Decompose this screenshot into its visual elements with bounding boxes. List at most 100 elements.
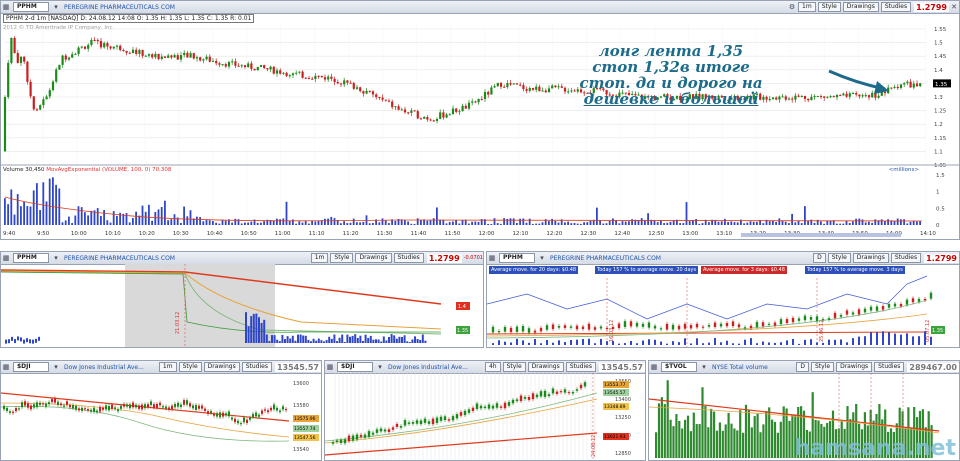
x-tick-label: 10:10 [105, 231, 121, 237]
candle-body [103, 43, 106, 48]
grid-icon[interactable]: ▦ [2, 3, 10, 11]
candle-body [317, 75, 320, 77]
candle-body [48, 402, 50, 405]
last-price-badge-text: 1.35 [935, 82, 948, 88]
style-button[interactable]: Style [811, 362, 835, 372]
candle-body [168, 407, 170, 410]
volume-bar [377, 339, 380, 343]
timeframe-button[interactable]: 4h [484, 362, 501, 372]
company-link[interactable]: PEREGRINE PHARMACEUTICALS COM [64, 4, 175, 11]
grid-icon[interactable]: ▦ [488, 254, 496, 262]
candle-body [307, 78, 311, 80]
volume-bar [474, 221, 477, 225]
chevron-down-icon[interactable]: ▾ [52, 254, 60, 262]
candle-body [276, 407, 278, 411]
volume-bar [679, 223, 681, 225]
chevron-down-icon[interactable]: ▾ [52, 363, 60, 371]
timeframe-button[interactable]: D [813, 253, 826, 263]
volume-bar [426, 220, 429, 225]
volume-bar [20, 206, 22, 225]
company-link[interactable]: NYSE Total volume [712, 364, 768, 371]
style-button[interactable]: Style [178, 362, 202, 372]
company-link[interactable]: Dow Jones Industrial Ave... [388, 364, 468, 371]
candle-body [629, 321, 633, 327]
style-button[interactable]: Style [502, 362, 526, 372]
symbol-input[interactable]: PPHM [499, 253, 535, 263]
volume-bar [247, 222, 249, 225]
studies-button[interactable]: Studies [241, 362, 272, 372]
studies-button[interactable]: Studies [874, 362, 905, 372]
timeframe-button[interactable]: 1m [798, 2, 816, 12]
volume-bar [628, 221, 630, 225]
volume-bar [647, 213, 649, 225]
volume-bar [84, 212, 86, 225]
chevron-down-icon[interactable]: ▾ [376, 363, 384, 371]
candle-body [6, 408, 8, 411]
grid-icon[interactable]: ▦ [2, 254, 10, 262]
chevron-down-icon[interactable]: ▾ [700, 363, 708, 371]
company-link[interactable]: PEREGRINE PHARMACEUTICALS COM [64, 255, 175, 262]
drawings-button[interactable]: Drawings [203, 362, 240, 372]
candle-body [522, 85, 525, 90]
volume-bar [552, 342, 554, 345]
close-icon[interactable]: ✕ [950, 3, 958, 11]
grid-icon[interactable]: ▦ [650, 363, 658, 371]
volume-bar [258, 317, 260, 343]
volume-bar [554, 220, 557, 225]
price-tag-text: 13557.74 [294, 426, 316, 432]
volume-bar [828, 339, 830, 345]
chevron-down-icon[interactable]: ▾ [538, 254, 546, 262]
candle-body [515, 83, 519, 85]
symbol-input[interactable]: $DJI [337, 362, 373, 372]
candle-body [451, 108, 455, 115]
candle-body [917, 298, 921, 302]
timeframe-button[interactable]: 1m [158, 362, 177, 372]
style-button[interactable]: Style [330, 253, 354, 263]
volume-bar [231, 222, 233, 225]
chevron-down-icon[interactable]: ▾ [52, 3, 60, 11]
gear-icon[interactable]: ⚙ [788, 3, 796, 11]
candle-body [587, 323, 591, 330]
volume-bar [733, 428, 736, 458]
symbol-input[interactable]: PPHM [13, 253, 49, 263]
volume-bar [535, 223, 537, 225]
volume-bar [324, 218, 326, 225]
volume-bar [888, 332, 890, 345]
style-button[interactable]: Style [827, 253, 851, 263]
studies-button[interactable]: Studies [890, 253, 922, 263]
company-link[interactable]: PEREGRINE PHARMACEUTICALS COM [550, 255, 661, 262]
volume-bar [532, 223, 534, 225]
grid-icon[interactable]: ▦ [326, 363, 334, 371]
drawings-button[interactable]: Drawings [842, 2, 879, 12]
volume-bar [509, 218, 512, 225]
grid-icon[interactable]: ▦ [2, 363, 10, 371]
company-link[interactable]: Dow Jones Industrial Ave... [64, 364, 144, 371]
volume-bar [823, 223, 825, 225]
studies-button[interactable]: Studies [565, 362, 596, 372]
volume-bar [669, 419, 672, 458]
volume-bar [858, 218, 861, 225]
volume-bar [698, 424, 701, 458]
drawings-button[interactable]: Drawings [527, 362, 564, 372]
volume-bar [800, 223, 803, 225]
volume-bar [858, 336, 860, 345]
symbol-input[interactable]: PPHM [13, 2, 49, 12]
volume-bar [215, 222, 217, 225]
drawings-button[interactable]: Drawings [852, 253, 889, 263]
studies-button[interactable]: Studies [880, 2, 912, 12]
style-button[interactable]: Style [817, 2, 841, 12]
candle-body [167, 55, 170, 58]
drawings-button[interactable]: Drawings [355, 253, 392, 263]
symbol-input[interactable]: $DJI [13, 362, 49, 372]
symbol-input[interactable]: $TVOL [661, 362, 697, 372]
candle-body [371, 91, 375, 95]
candle-body [218, 63, 221, 65]
drawings-button[interactable]: Drawings [836, 362, 873, 372]
volume-bar [26, 206, 29, 225]
studies-button[interactable]: Studies [393, 253, 424, 263]
candle-body [767, 323, 771, 325]
timeframe-button[interactable]: 1m [310, 253, 329, 263]
volume-bar [880, 219, 883, 225]
timeframe-button[interactable]: D [796, 362, 809, 372]
volume-bar [315, 340, 318, 343]
